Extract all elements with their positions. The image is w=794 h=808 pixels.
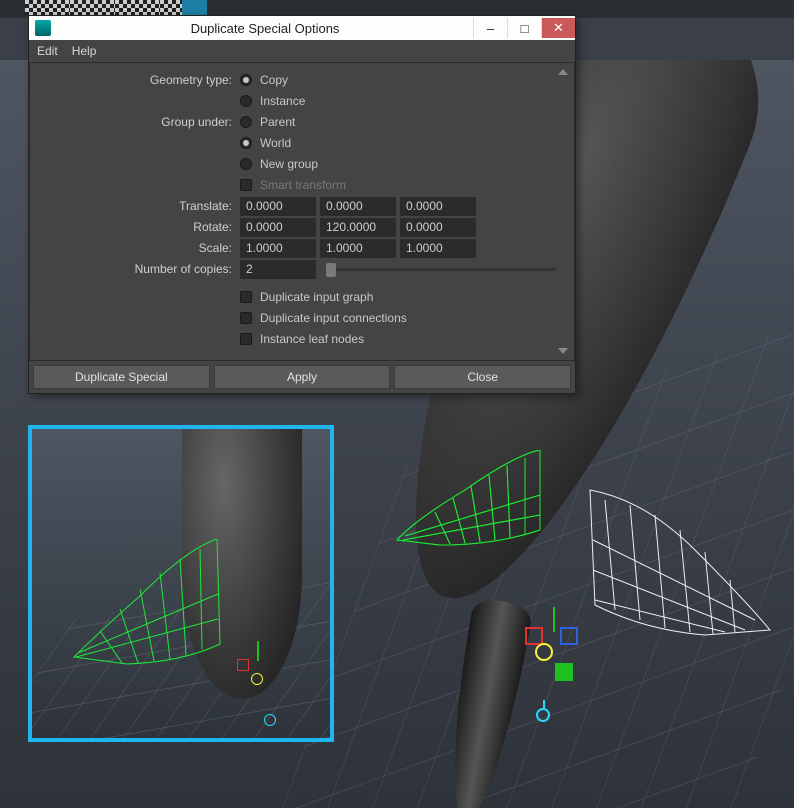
smart-transform-checkbox[interactable] <box>240 179 252 191</box>
copies-input[interactable] <box>240 260 316 279</box>
dialog-menubar: Edit Help <box>29 40 575 62</box>
shelf-item[interactable] <box>182 0 207 15</box>
copies-slider[interactable] <box>326 268 556 271</box>
scroll-up-icon[interactable] <box>556 69 570 75</box>
manip-y-icon[interactable] <box>555 663 573 681</box>
rocket-fin-selected <box>395 450 545 550</box>
translate-label: Translate: <box>30 199 240 213</box>
pivot-icon <box>536 708 550 722</box>
translate-z-input[interactable] <box>400 197 476 216</box>
group-newgroup-label: New group <box>260 157 318 171</box>
scale-x-input[interactable] <box>240 239 316 258</box>
dup-input-conn-label: Duplicate input connections <box>260 311 407 325</box>
maya-icon <box>35 20 51 36</box>
dup-input-conn-checkbox[interactable] <box>240 312 252 324</box>
geometry-copy-radio[interactable] <box>240 74 252 86</box>
scale-label: Scale: <box>30 241 240 255</box>
rotate-x-input[interactable] <box>240 218 316 237</box>
shelf-item[interactable] <box>115 0 160 15</box>
apply-button[interactable]: Apply <box>214 365 391 389</box>
geometry-instance-label: Instance <box>260 94 305 108</box>
duplicate-special-button[interactable]: Duplicate Special <box>33 365 210 389</box>
group-under-label: Group under: <box>30 115 240 129</box>
smart-transform-label: Smart transform <box>260 178 346 192</box>
geometry-copy-label: Copy <box>260 73 288 87</box>
manip-center-icon[interactable] <box>535 643 553 661</box>
group-parent-label: Parent <box>260 115 295 129</box>
duplicate-special-dialog: Duplicate Special Options – □ ✕ Edit Hel… <box>28 15 576 394</box>
group-world-label: World <box>260 136 291 150</box>
copies-label: Number of copies: <box>30 262 240 276</box>
dialog-title: Duplicate Special Options <box>57 21 473 36</box>
dup-input-graph-checkbox[interactable] <box>240 291 252 303</box>
translate-x-input[interactable] <box>240 197 316 216</box>
group-world-radio[interactable] <box>240 137 252 149</box>
group-newgroup-radio[interactable] <box>240 158 252 170</box>
manip-x-icon[interactable] <box>525 627 543 645</box>
manip-z-icon[interactable] <box>560 627 578 645</box>
instance-leaf-label: Instance leaf nodes <box>260 332 364 346</box>
rotate-y-input[interactable] <box>320 218 396 237</box>
transform-manipulator[interactable] <box>525 627 605 707</box>
rotate-z-input[interactable] <box>400 218 476 237</box>
scale-y-input[interactable] <box>320 239 396 258</box>
close-button[interactable]: ✕ <box>541 18 575 38</box>
geometry-type-label: Geometry type: <box>30 73 240 87</box>
maximize-button[interactable]: □ <box>507 18 541 38</box>
rocket-fin-wire <box>585 480 775 650</box>
close-dialog-button[interactable]: Close <box>394 365 571 389</box>
geometry-instance-radio[interactable] <box>240 95 252 107</box>
shelf-item[interactable] <box>70 0 115 15</box>
instance-leaf-checkbox[interactable] <box>240 333 252 345</box>
rotate-label: Rotate: <box>30 220 240 234</box>
group-parent-radio[interactable] <box>240 116 252 128</box>
dup-input-graph-label: Duplicate input graph <box>260 290 373 304</box>
minimize-button[interactable]: – <box>473 18 507 38</box>
scale-z-input[interactable] <box>400 239 476 258</box>
inset-viewport <box>28 425 334 742</box>
dialog-titlebar[interactable]: Duplicate Special Options – □ ✕ <box>29 16 575 40</box>
translate-y-input[interactable] <box>320 197 396 216</box>
shelf-item[interactable] <box>25 0 70 15</box>
scroll-down-icon[interactable] <box>556 348 570 354</box>
menu-help[interactable]: Help <box>72 44 97 58</box>
menu-edit[interactable]: Edit <box>37 44 58 58</box>
